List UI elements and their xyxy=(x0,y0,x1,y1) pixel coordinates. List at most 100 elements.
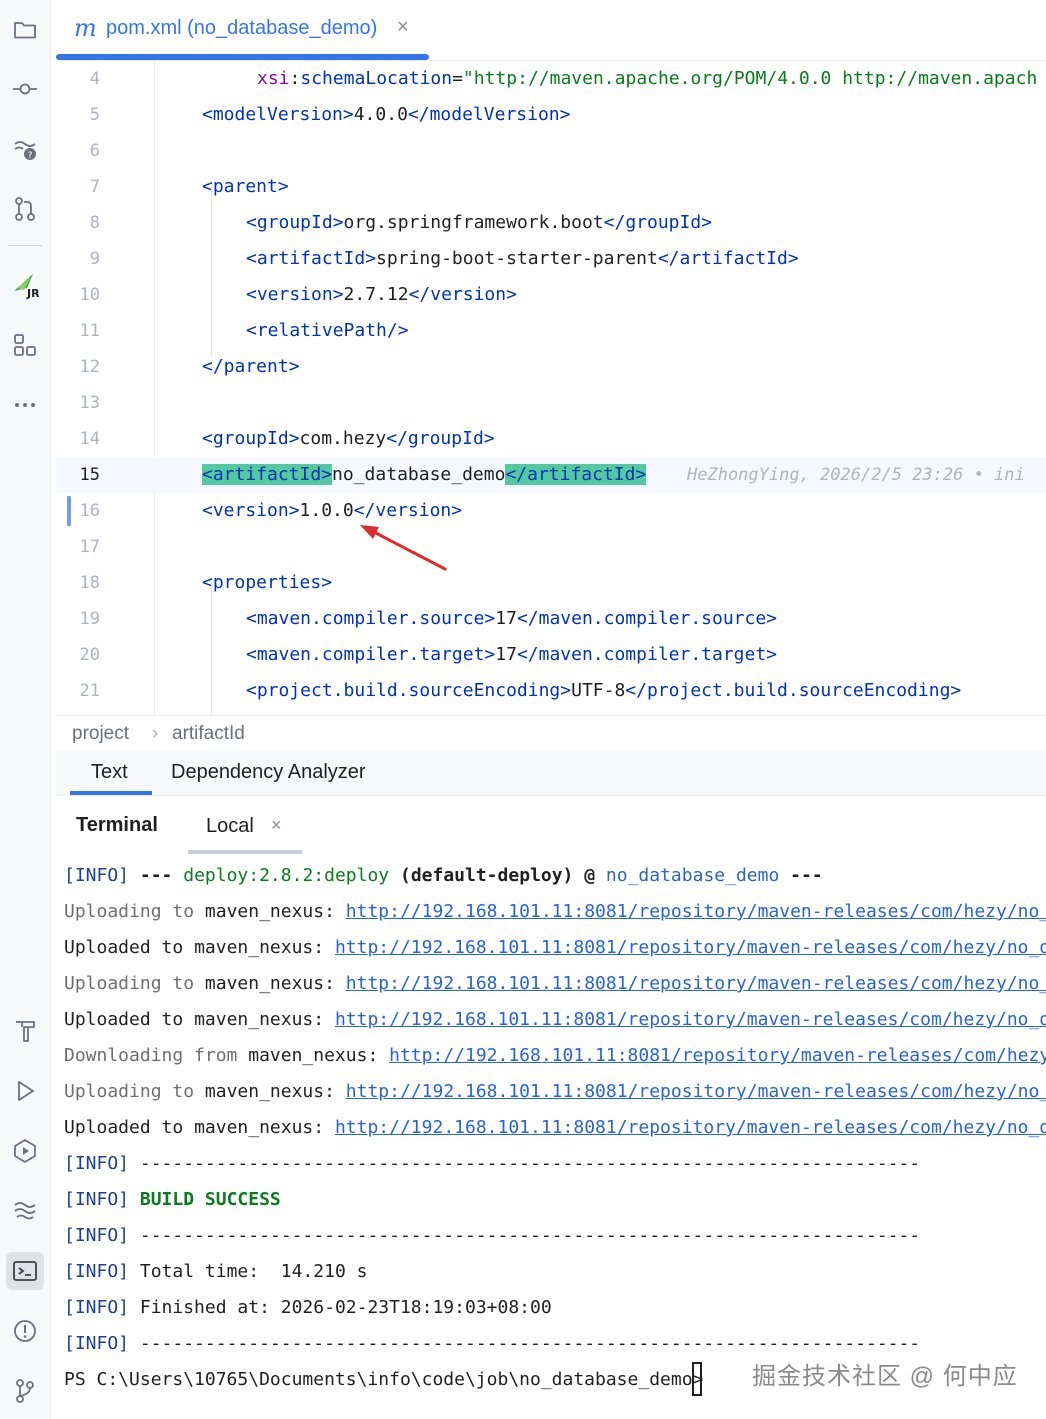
code-text: <parent> xyxy=(202,176,289,197)
indent-guide xyxy=(211,187,212,357)
line-number: 8 xyxy=(89,213,100,233)
repository-link[interactable]: http://192.168.101.11:8081/repository/ma… xyxy=(335,1009,1046,1030)
code-line: 11 <relativePath/> xyxy=(56,313,1046,349)
line-number: 13 xyxy=(79,393,100,413)
matched-tag-highlight: <artifactId> xyxy=(202,464,333,485)
close-terminal-tab-icon[interactable]: × xyxy=(271,815,282,836)
terminal-prompt[interactable]: PS C:\Users\10765\Documents\info\code\jo… xyxy=(64,1362,703,1398)
code-text: </parent> xyxy=(202,356,300,377)
terminal-line: Downloading from maven_nexus: http://192… xyxy=(64,1038,1046,1074)
svg-text:?: ? xyxy=(28,151,33,161)
active-tab-indicator xyxy=(70,791,152,795)
code-line: 13 xyxy=(56,385,1046,421)
code-text: <version>2.7.12</version> xyxy=(246,284,517,305)
editor-tab-pom-xml[interactable]: m pom.xml (no_database_demo) × xyxy=(56,0,429,60)
tab-text[interactable]: Text xyxy=(91,761,128,784)
close-tab-icon[interactable]: × xyxy=(397,16,409,39)
svg-text:JR: JR xyxy=(26,287,39,299)
tab-dependency-analyzer[interactable]: Dependency Analyzer xyxy=(171,761,366,784)
line-number: 6 xyxy=(89,141,100,161)
line-number: 7 xyxy=(89,177,100,197)
repository-link[interactable]: http://192.168.101.11:8081/repository/ma… xyxy=(335,1117,1046,1138)
code-text: <project.build.sourceEncoding>UTF-8</pro… xyxy=(246,680,962,701)
code-editor[interactable]: 4 xsi:schemaLocation="http://maven.apach… xyxy=(56,61,1046,715)
indent-guide xyxy=(211,583,212,715)
code-line: 14 <groupId>com.hezy</groupId> xyxy=(56,421,1046,457)
code-line: 6 xyxy=(56,133,1046,169)
line-number: 19 xyxy=(79,609,100,629)
code-line: 12 </parent> xyxy=(56,349,1046,385)
code-text: <maven.compiler.target>17</maven.compile… xyxy=(246,644,778,665)
terminal-line: [INFO] Finished at: 2026-02-23T18:19:03+… xyxy=(64,1297,552,1318)
run-icon[interactable] xyxy=(6,1072,44,1110)
code-text: <properties> xyxy=(202,572,333,593)
code-line: 5 <modelVersion>4.0.0</modelVersion> xyxy=(56,97,1046,133)
terminal-output[interactable]: [INFO] --- deploy:2.8.2:deploy (default-… xyxy=(56,856,1046,1419)
code-text: <relativePath/> xyxy=(246,320,409,341)
code-line: 17 xyxy=(56,529,1046,565)
line-number: 16 xyxy=(79,501,100,521)
code-text: <artifactId>no_database_demo</artifactId… xyxy=(202,464,647,485)
structure-icon[interactable] xyxy=(6,326,44,364)
terminal-cursor xyxy=(692,1362,702,1396)
build-success-text: BUILD SUCCESS xyxy=(139,1189,281,1210)
terminal-icon[interactable] xyxy=(6,1252,44,1290)
project-folder-icon[interactable] xyxy=(6,10,44,48)
terminal-header: Terminal Local × xyxy=(56,800,1046,854)
terminal-line: [INFO] Total time: 14.210 s xyxy=(64,1261,368,1282)
line-number: 12 xyxy=(79,357,100,377)
tool-window-strip: ? JR xyxy=(0,0,51,1419)
breadcrumb-item-project[interactable]: project xyxy=(72,723,129,745)
endpoints-icon[interactable] xyxy=(6,1192,44,1230)
repository-link[interactable]: http://192.168.101.11:8081/repository/ma… xyxy=(346,973,1046,994)
terminal-line: Uploading to maven_nexus: http://192.168… xyxy=(64,894,1046,930)
code-line: 18 <properties> xyxy=(56,565,1046,601)
terminal-tab-label: Local xyxy=(206,815,254,837)
pull-requests-icon[interactable] xyxy=(6,190,44,228)
problems-icon[interactable] xyxy=(6,1312,44,1350)
line-number: 9 xyxy=(89,249,100,269)
line-number: 10 xyxy=(79,285,100,305)
breadcrumb-item-artifactid[interactable]: artifactId xyxy=(172,723,245,745)
ai-assistant-icon[interactable]: ? xyxy=(6,130,44,168)
breadcrumb: project › artifactId xyxy=(56,715,1046,752)
line-number: 14 xyxy=(79,429,100,449)
code-text: <maven.compiler.source>17</maven.compile… xyxy=(246,608,778,629)
repository-link[interactable]: http://192.168.101.11:8081/repository/ma… xyxy=(335,937,1046,958)
code-line: 7 <parent> xyxy=(56,169,1046,205)
terminal-title: Terminal xyxy=(76,814,158,836)
active-tab-indicator xyxy=(56,54,429,60)
git-branch-icon[interactable] xyxy=(6,1372,44,1410)
code-line: 4 xsi:schemaLocation="http://maven.apach… xyxy=(56,61,1046,97)
code-text: <version>1.0.0</version> xyxy=(202,500,463,521)
strip-divider xyxy=(8,245,42,246)
code-text: <groupId>org.springframework.boot</group… xyxy=(246,212,713,233)
services-icon[interactable] xyxy=(6,1132,44,1170)
terminal-line: Uploading to maven_nexus: http://192.168… xyxy=(64,1074,1046,1110)
repository-link[interactable]: http://192.168.101.11:8081/repository/ma… xyxy=(389,1045,1046,1066)
code-text: <artifactId>spring-boot-starter-parent</… xyxy=(246,248,799,269)
terminal-line: [INFO] BUILD SUCCESS xyxy=(64,1189,281,1210)
code-text: xsi:schemaLocation="http://maven.apache.… xyxy=(257,68,1038,89)
repository-link[interactable]: http://192.168.101.11:8081/repository/ma… xyxy=(346,1081,1046,1102)
editor-tab-title: pom.xml (no_database_demo) xyxy=(106,17,378,39)
terminal-line: [INFO] ---------------------------------… xyxy=(64,1225,921,1246)
terminal-tab-local[interactable]: Local × xyxy=(188,800,302,854)
git-blame-annotation[interactable]: HeZhongYing, 2026/2/5 23:26 • ini xyxy=(687,457,1025,493)
commit-icon[interactable] xyxy=(6,70,44,108)
code-text: <modelVersion>4.0.0</modelVersion> xyxy=(202,104,571,125)
matched-tag-highlight: </artifactId> xyxy=(505,464,647,485)
editor-tab-bar: m pom.xml (no_database_demo) × xyxy=(56,0,1046,61)
terminal-line: Uploaded to maven_nexus: http://192.168.… xyxy=(64,930,1046,966)
more-tools-icon[interactable] xyxy=(6,386,44,424)
current-code-line: 15 <artifactId>no_database_demo</artifac… xyxy=(56,457,1046,493)
maven-file-icon: m xyxy=(74,14,97,42)
jrebel-icon[interactable]: JR xyxy=(6,266,44,304)
build-hammer-icon[interactable] xyxy=(6,1012,44,1050)
code-line: 20 <maven.compiler.target>17</maven.comp… xyxy=(56,637,1046,673)
line-number: 15 xyxy=(79,465,100,485)
line-number: 11 xyxy=(79,321,100,341)
terminal-line: Uploading to maven_nexus: http://192.168… xyxy=(64,966,1046,1002)
editor-view-tabs: Text Dependency Analyzer xyxy=(56,751,1046,796)
repository-link[interactable]: http://192.168.101.11:8081/repository/ma… xyxy=(346,901,1046,922)
